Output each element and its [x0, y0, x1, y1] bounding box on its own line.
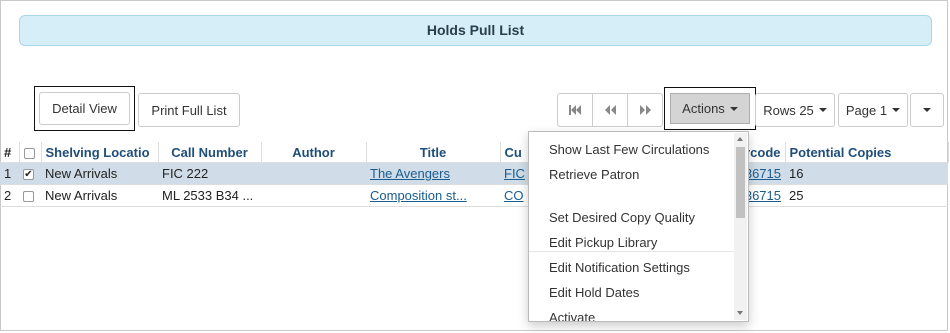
- menu-item-activate[interactable]: Activate: [549, 310, 595, 321]
- chevron-down-icon: [892, 108, 901, 112]
- previous-page-icon[interactable]: [592, 93, 628, 127]
- row-checkbox-cell[interactable]: ✔: [19, 162, 41, 185]
- title-cell: The Avengers: [366, 162, 500, 185]
- next-page-icon[interactable]: [627, 93, 663, 127]
- shelving-location-cell: New Arrivals: [41, 162, 158, 185]
- table-header-row: # Shelving Locatio Call Number Author Ti…: [0, 142, 949, 163]
- row-checkbox-cell[interactable]: [19, 184, 41, 207]
- select-all-checkbox-cell[interactable]: [19, 142, 42, 163]
- call-number-cell: FIC 222: [158, 162, 261, 185]
- title-link[interactable]: The Avengers: [370, 166, 450, 181]
- menu-item-edit-notification-settings[interactable]: Edit Notification Settings: [549, 260, 690, 275]
- row-number: 2: [0, 184, 19, 207]
- detail-view-label: Detail View: [39, 92, 130, 125]
- menu-item-show-last-few-circulations[interactable]: Show Last Few Circulations: [549, 142, 709, 157]
- title-cell: Composition st...: [366, 184, 500, 207]
- rows-per-page-button[interactable]: Rows 25: [755, 93, 835, 127]
- actions-dropdown-menu: Show Last Few Circulations Retrieve Patr…: [528, 131, 749, 322]
- chevron-down-icon: [923, 108, 931, 112]
- actions-label: Actions: [682, 101, 725, 116]
- column-header-title[interactable]: Title: [366, 142, 501, 163]
- scroll-up-icon[interactable]: [737, 137, 743, 141]
- row-checkbox[interactable]: [23, 191, 34, 203]
- actions-focus-ring: Actions: [664, 87, 756, 130]
- potential-copies-cell: 25: [785, 184, 948, 207]
- current-copy-link[interactable]: FIC: [504, 166, 525, 181]
- first-page-icon[interactable]: [557, 93, 593, 127]
- chevron-down-icon: [729, 106, 738, 111]
- page-select-button[interactable]: Page 1: [838, 93, 908, 127]
- shelving-location-cell: New Arrivals: [41, 184, 158, 207]
- column-header-number[interactable]: #: [0, 142, 20, 163]
- row-number: 1: [0, 162, 19, 185]
- scroll-down-icon[interactable]: [737, 311, 743, 315]
- rows-label: Rows 25: [763, 102, 814, 118]
- scrollbar-thumb[interactable]: [736, 147, 745, 218]
- detail-view-button[interactable]: Detail View: [34, 86, 135, 131]
- menu-divider: [529, 251, 734, 252]
- author-cell: [261, 162, 366, 185]
- menu-scrollbar[interactable]: [734, 133, 747, 320]
- chevron-down-icon: [818, 108, 827, 112]
- menu-item-edit-pickup-library[interactable]: Edit Pickup Library: [549, 235, 657, 250]
- table-row[interactable]: 1 ✔ New Arrivals FIC 222 The Avengers FI…: [0, 162, 948, 185]
- pager-group: [557, 93, 663, 127]
- page-title: Holds Pull List: [19, 15, 932, 46]
- column-header-author[interactable]: Author: [261, 142, 367, 163]
- row-checkbox-checked[interactable]: ✔: [23, 169, 34, 181]
- actions-button[interactable]: Actions: [670, 93, 750, 124]
- potential-copies-cell: 16: [785, 162, 948, 185]
- menu-item-set-desired-copy-quality[interactable]: Set Desired Copy Quality: [549, 210, 695, 225]
- menu-item-edit-hold-dates[interactable]: Edit Hold Dates: [549, 285, 639, 300]
- column-header-shelving-location[interactable]: Shelving Locatio: [41, 142, 159, 163]
- select-all-checkbox[interactable]: [23, 147, 35, 159]
- holds-table: # Shelving Locatio Call Number Author Ti…: [0, 142, 949, 207]
- column-header-potential-copies[interactable]: Potential Copies: [785, 142, 949, 163]
- menu-item-retrieve-patron[interactable]: Retrieve Patron: [549, 167, 639, 182]
- column-header-call-number[interactable]: Call Number: [158, 142, 262, 163]
- author-cell: [261, 184, 366, 207]
- print-full-list-button[interactable]: Print Full List: [138, 93, 240, 127]
- current-copy-link[interactable]: CO: [504, 188, 524, 203]
- call-number-cell: ML 2533 B34 ...: [158, 184, 261, 207]
- table-row[interactable]: 2 New Arrivals ML 2533 B34 ... Compositi…: [0, 184, 948, 207]
- page-label: Page 1: [845, 102, 888, 118]
- title-link[interactable]: Composition st...: [370, 188, 467, 203]
- more-options-button[interactable]: [910, 93, 944, 127]
